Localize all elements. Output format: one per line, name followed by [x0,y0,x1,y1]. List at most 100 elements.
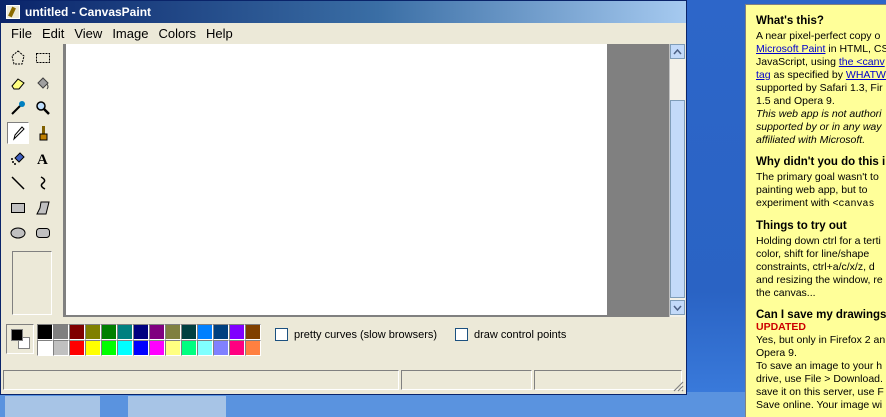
color-swatch[interactable] [149,340,165,356]
color-swatch[interactable] [229,324,245,340]
pretty-curves-option[interactable]: pretty curves (slow browsers) [275,328,437,341]
menu-help[interactable]: Help [201,24,238,43]
control-points-option[interactable]: draw control points [455,328,566,341]
scroll-up-button[interactable] [670,44,685,59]
color-swatch[interactable] [213,324,229,340]
section-title: Why didn't you do this i [756,156,886,168]
color-swatch[interactable] [245,324,261,340]
color-swatch[interactable] [53,340,69,356]
ellipse-icon [10,227,26,239]
title-bar[interactable]: untitled - CanvasPaint [1,1,686,23]
section-body: UPDATED Yes, but only in Firefox 2 an Op… [756,321,886,412]
free-select-tool[interactable] [7,47,29,69]
rounded-rect-tool[interactable] [32,222,54,244]
resize-grip-icon[interactable] [672,380,684,392]
color-swatch[interactable] [69,340,85,356]
color-swatch[interactable] [213,340,229,356]
chevron-down-icon [673,305,682,311]
menu-file[interactable]: File [1,24,37,43]
app-icon [6,5,20,19]
toolbox: A [5,45,59,317]
brush-icon [39,126,48,141]
canvas-tag-link-cont[interactable]: tag [756,69,771,81]
color-swatch[interactable] [245,340,261,356]
color-picker-tool[interactable] [7,97,29,119]
color-palette [37,324,261,356]
status-position-panel [401,370,532,390]
tool-options-box[interactable] [12,251,52,315]
color-swatch[interactable] [165,324,181,340]
color-swatch[interactable] [197,324,213,340]
status-size-panel [534,370,682,390]
color-swatch[interactable] [101,340,117,356]
status-message-panel [3,370,399,390]
updated-badge: UPDATED [756,321,806,333]
polygon-tool[interactable] [32,197,54,219]
status-bar [3,370,686,391]
canvas-tag-link[interactable]: the <canv [839,56,885,68]
drawing-canvas[interactable] [66,44,607,315]
chevron-up-icon [673,48,682,54]
vertical-scrollbar[interactable] [669,44,685,317]
current-colors[interactable] [6,324,34,354]
rectangle-tool[interactable] [7,197,29,219]
menu-colors[interactable]: Colors [153,24,201,43]
color-swatch[interactable] [165,340,181,356]
text-tool[interactable]: A [32,147,54,169]
desktop-thumbnail[interactable] [128,396,226,417]
svg-text:A: A [37,152,48,166]
menu-view[interactable]: View [69,24,107,43]
whatwg-link[interactable]: WHATW [846,69,886,81]
scroll-down-button[interactable] [670,300,685,315]
ms-paint-link[interactable]: Microsoft Paint [756,43,825,55]
ellipse-tool[interactable] [7,222,29,244]
paint-window: untitled - CanvasPaint File Edit View Im… [0,0,687,395]
pencil-icon [13,126,25,141]
color-swatch[interactable] [229,340,245,356]
color-swatch[interactable] [197,340,213,356]
color-swatch[interactable] [181,324,197,340]
palette-area: pretty curves (slow browsers) draw contr… [1,319,686,367]
color-swatch[interactable] [149,324,165,340]
color-swatch[interactable] [117,324,133,340]
color-swatch[interactable] [85,340,101,356]
color-swatch[interactable] [133,324,149,340]
section-body: Holding down ctrl for a terti color, shi… [756,235,883,299]
line-tool[interactable] [7,172,29,194]
foreground-color[interactable] [11,329,23,341]
info-panel: What's this? A near pixel-perfect copy o… [745,4,886,417]
rect-select-tool[interactable] [32,47,54,69]
color-swatch[interactable] [69,324,85,340]
color-swatch[interactable] [101,324,117,340]
section-title: What's this? [756,15,824,27]
rounded-rect-icon [36,228,50,238]
color-picker-icon [11,101,25,115]
control-points-checkbox[interactable] [455,328,468,341]
color-swatch[interactable] [37,324,53,340]
menu-edit[interactable]: Edit [37,24,69,43]
eraser-icon [11,78,25,90]
pretty-curves-checkbox[interactable] [275,328,288,341]
eraser-tool[interactable] [7,72,29,94]
section-body: The primary goal wasn't to painting web … [756,171,879,210]
text-icon: A [37,152,48,166]
color-swatch[interactable] [117,340,133,356]
fill-tool[interactable] [32,72,54,94]
window-title: untitled - CanvasPaint [25,5,152,19]
color-swatch[interactable] [37,340,53,356]
color-swatch[interactable] [85,324,101,340]
menu-image[interactable]: Image [107,24,153,43]
desktop-thumbnail[interactable] [5,396,100,417]
magnifier-tool[interactable] [32,97,54,119]
airbrush-tool[interactable] [7,147,29,169]
fill-bucket-icon [37,77,49,90]
scroll-thumb[interactable] [670,100,685,298]
color-swatch[interactable] [181,340,197,356]
color-swatch[interactable] [53,324,69,340]
pencil-tool[interactable] [7,122,29,144]
brush-tool[interactable] [32,122,54,144]
color-swatch[interactable] [133,340,149,356]
curve-tool[interactable] [32,172,54,194]
airbrush-icon [11,152,25,165]
section-body: A near pixel-perfect copy o Microsoft Pa… [756,30,886,146]
